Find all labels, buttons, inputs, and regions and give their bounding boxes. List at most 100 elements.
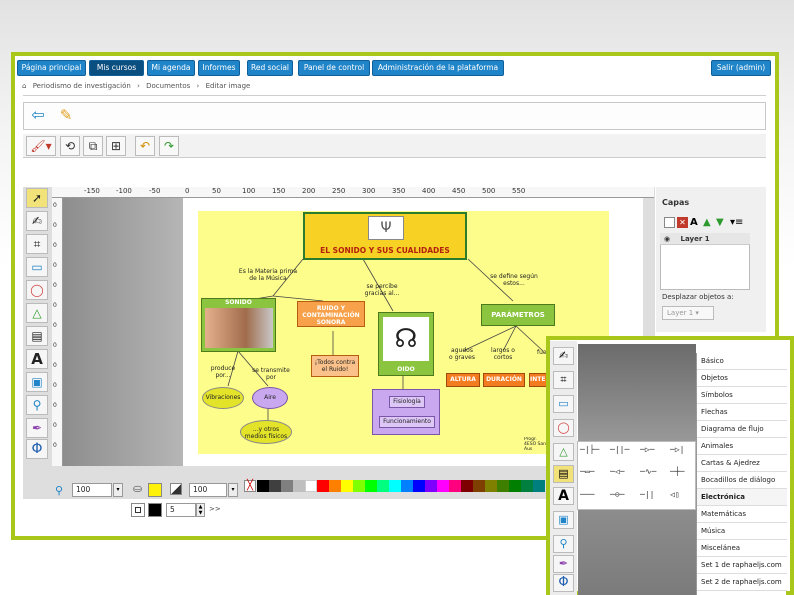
eyedropper-tool-icon[interactable]: ✒ bbox=[553, 555, 574, 573]
image-tool-icon[interactable]: ▣ bbox=[26, 372, 48, 392]
eyedropper-tool-icon[interactable]: ✒ bbox=[26, 418, 48, 438]
opacity-dropdown-icon[interactable]: ▾ bbox=[228, 483, 238, 497]
back-arrow-icon[interactable]: ⇦ bbox=[28, 106, 48, 126]
redo-icon[interactable]: ↷ bbox=[159, 136, 179, 156]
breadcrumb-item[interactable]: Documentos bbox=[146, 82, 190, 90]
color-swatch[interactable] bbox=[449, 480, 461, 492]
color-swatch[interactable] bbox=[521, 480, 533, 492]
shape-library-icon[interactable]: ▤ bbox=[26, 326, 48, 346]
color-swatch[interactable] bbox=[353, 480, 365, 492]
grid-icon[interactable]: ⊞ bbox=[106, 136, 126, 156]
zoom-tool-icon[interactable]: ⚲ bbox=[26, 395, 48, 415]
layer-up-icon[interactable]: ▲ bbox=[703, 217, 711, 228]
layer-menu-icon[interactable]: ▾≡ bbox=[730, 217, 743, 228]
stroke-width-spinner-icon[interactable]: ▲ ▼ bbox=[196, 503, 205, 517]
battery-icon[interactable]: ─|| bbox=[640, 490, 654, 499]
menu-item[interactable]: Diagrama de flujo bbox=[697, 421, 787, 438]
stroke-width-input[interactable]: 5 bbox=[166, 503, 196, 517]
stroke-color-swatch[interactable] bbox=[148, 503, 162, 517]
switch-icon[interactable]: ─⊖─ bbox=[610, 490, 624, 499]
menu-item[interactable]: Flechas bbox=[697, 404, 787, 421]
delete-layer-icon[interactable]: ✕ bbox=[677, 217, 688, 228]
color-swatch[interactable] bbox=[269, 480, 281, 492]
diode-icon[interactable]: ─▷| bbox=[670, 445, 684, 454]
logout-button[interactable]: Salir (admin) bbox=[711, 60, 771, 76]
zoom-tool-icon[interactable]: ⚲ bbox=[553, 535, 574, 553]
color-swatch[interactable] bbox=[317, 480, 329, 492]
inductor-icon[interactable]: ─∿─ bbox=[640, 467, 656, 476]
color-swatch[interactable] bbox=[377, 480, 389, 492]
freehand-tool-icon[interactable]: ✍ bbox=[553, 347, 574, 365]
color-swatch[interactable] bbox=[509, 480, 521, 492]
transistor-icon[interactable]: ─◁─ bbox=[610, 467, 624, 476]
menu-item[interactable]: Set 2 de raphaeljs.com bbox=[697, 574, 787, 591]
rectangle-tool-icon[interactable]: ▭ bbox=[553, 395, 574, 413]
color-swatch[interactable] bbox=[497, 480, 509, 492]
resistor-icon[interactable]: ─▭─ bbox=[580, 467, 594, 476]
menu-item[interactable]: Set 1 de raphaeljs.com bbox=[697, 557, 787, 574]
menu-item[interactable]: Bocadillos de diálogo bbox=[697, 472, 787, 489]
color-swatch[interactable] bbox=[305, 480, 317, 492]
image-tool-icon[interactable]: ▣ bbox=[553, 511, 574, 529]
menu-item[interactable]: Animales bbox=[697, 438, 787, 455]
menu-item[interactable]: Matemáticas bbox=[697, 506, 787, 523]
color-swatch[interactable] bbox=[329, 480, 341, 492]
brush-tool-icon[interactable]: ⌗ bbox=[553, 371, 574, 389]
wire-icon[interactable]: ─── bbox=[580, 490, 594, 499]
menu-item-selected[interactable]: Electrónica bbox=[697, 489, 787, 506]
zoom-input[interactable]: 100 bbox=[72, 483, 112, 497]
freehand-tool-icon[interactable]: ✍ bbox=[26, 211, 48, 231]
color-swatch[interactable] bbox=[473, 480, 485, 492]
text-tool-icon[interactable]: A bbox=[553, 487, 574, 505]
color-swatch[interactable] bbox=[293, 480, 305, 492]
zoom-dropdown-icon[interactable]: ▾ bbox=[113, 483, 123, 497]
tab-dashboard[interactable]: Panel de control bbox=[298, 60, 370, 76]
ellipse-tool-icon[interactable]: ◯ bbox=[26, 280, 48, 300]
eye-icon[interactable]: ◉ bbox=[664, 235, 670, 243]
menu-item[interactable]: Básico bbox=[697, 353, 787, 370]
fill-color-swatch[interactable] bbox=[148, 483, 162, 497]
select-tool-icon[interactable]: ➚ bbox=[26, 188, 48, 208]
tab-my-courses[interactable]: Mis cursos bbox=[89, 60, 144, 76]
menu-item[interactable]: Música bbox=[697, 523, 787, 540]
color-swatch[interactable] bbox=[437, 480, 449, 492]
menu-item[interactable]: Cartas & Ajedrez bbox=[697, 455, 787, 472]
color-swatch[interactable] bbox=[389, 480, 401, 492]
layer-down-icon[interactable]: ▼ bbox=[716, 217, 724, 228]
color-swatch[interactable] bbox=[425, 480, 437, 492]
rectangle-tool-icon[interactable]: ▭ bbox=[26, 257, 48, 277]
more-options-button[interactable]: >> bbox=[209, 505, 221, 513]
no-color-icon[interactable]: ╳ bbox=[244, 480, 256, 492]
layer-row[interactable]: ◉ Layer 1 bbox=[660, 233, 750, 245]
home-icon[interactable]: ⌂ bbox=[22, 82, 26, 90]
ground-icon[interactable]: ─┼─ bbox=[670, 467, 684, 476]
speaker-icon[interactable]: ◁▯ bbox=[670, 490, 680, 499]
text-tool-icon[interactable]: A bbox=[26, 349, 48, 369]
paint-bucket-icon[interactable]: 🖌▾ bbox=[26, 136, 56, 156]
color-swatch[interactable] bbox=[533, 480, 545, 492]
color-swatch[interactable] bbox=[257, 480, 269, 492]
color-swatch[interactable] bbox=[485, 480, 497, 492]
tab-platform-admin[interactable]: Administración de la plataforma bbox=[372, 60, 504, 76]
zoom-icon[interactable]: ⚲ bbox=[55, 484, 63, 497]
color-swatch[interactable] bbox=[341, 480, 353, 492]
tab-agenda[interactable]: Mi agenda bbox=[147, 60, 195, 76]
breadcrumb-item[interactable]: Periodismo de investigación bbox=[33, 82, 131, 90]
capacitor-icon[interactable]: ─|├─ bbox=[580, 445, 599, 454]
polygon-tool-icon[interactable]: △ bbox=[553, 443, 574, 461]
tab-reports[interactable]: Informes bbox=[198, 60, 240, 76]
color-swatch[interactable] bbox=[413, 480, 425, 492]
color-swatch[interactable] bbox=[281, 480, 293, 492]
formula-tool-icon[interactable]: Φ bbox=[553, 574, 574, 592]
path-tool-icon[interactable]: ⌗ bbox=[26, 234, 48, 254]
resize-canvas-icon[interactable]: ⧉ bbox=[83, 136, 103, 156]
formula-tool-icon[interactable]: Φ bbox=[26, 439, 48, 459]
opacity-input[interactable]: 100 bbox=[189, 483, 227, 497]
rotate-icon[interactable]: ⟲ bbox=[60, 136, 80, 156]
color-swatch[interactable] bbox=[401, 480, 413, 492]
polygon-tool-icon[interactable]: △ bbox=[26, 303, 48, 323]
color-swatch[interactable] bbox=[461, 480, 473, 492]
pencil-icon[interactable]: ✎ bbox=[56, 106, 76, 126]
layer-select[interactable]: Layer 1 ▾ bbox=[662, 306, 714, 320]
new-layer-icon[interactable] bbox=[664, 217, 675, 228]
